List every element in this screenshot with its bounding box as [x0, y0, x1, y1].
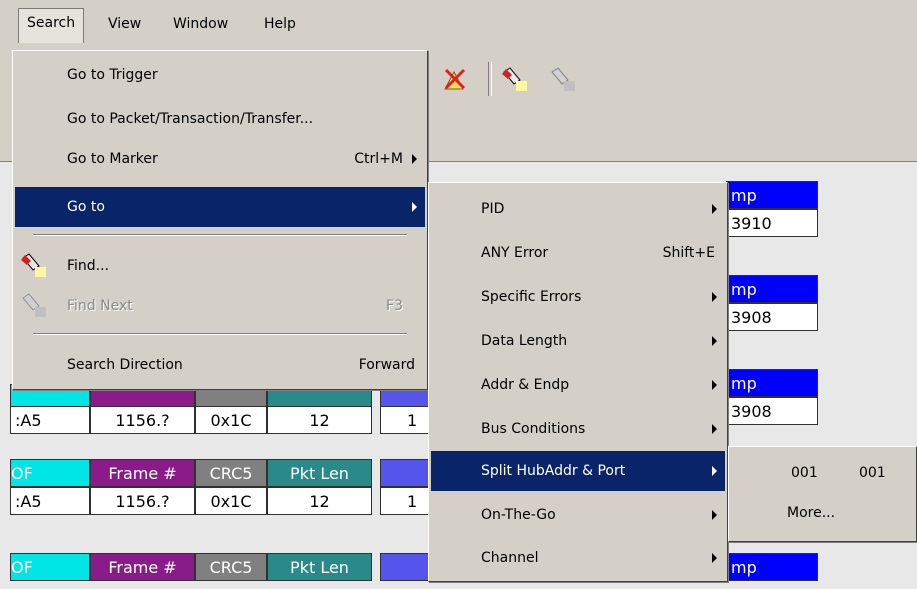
flashlight-icon [21, 253, 46, 277]
sof-cell: :A5 [10, 487, 90, 515]
frame-header: Frame # [90, 553, 195, 581]
submenu-arrow-icon [712, 292, 717, 302]
submenu-arrow-icon [712, 424, 717, 434]
submenu-arrow-icon [712, 510, 717, 520]
frame-header: Frame # [90, 459, 195, 487]
crc-cell: 0x1C [195, 487, 267, 515]
menu-window[interactable]: Window [165, 10, 236, 38]
blue-header [380, 553, 430, 581]
timestamp-header: mp [726, 181, 818, 209]
frame-cell: 1156.? [90, 487, 195, 515]
menu-search[interactable]: Search [18, 8, 85, 43]
submenu-arrow-icon [412, 202, 417, 212]
menu-separator [33, 234, 407, 236]
toolbar-separator [488, 62, 492, 96]
menu-bar: Search View Window Help [0, 0, 917, 45]
menu-item-find-next[interactable]: Find Next F3 [15, 286, 425, 326]
menu-item-bus-conditions[interactable]: Bus Conditions [431, 409, 725, 449]
timestamp-header: mp [726, 369, 818, 397]
find-icon[interactable] [500, 64, 530, 94]
pktlen-cell: 12 [267, 406, 372, 434]
split-hubaddr-submenu: 001 001 More... [728, 446, 917, 542]
menu-item-find[interactable]: Find... [15, 246, 425, 286]
menu-item-go-to[interactable]: Go to [15, 187, 425, 227]
menu-item-pid[interactable]: PID [431, 189, 725, 229]
menu-item-on-the-go[interactable]: On-The-Go [431, 495, 725, 535]
menu-item-addr-endp[interactable]: Addr & Endp [431, 365, 725, 405]
search-menu: Go to Trigger Go to Packet/Transaction/T… [12, 50, 428, 390]
timestamp-cell: 3910 [726, 209, 818, 237]
crc-header: CRC5 [195, 553, 267, 581]
submenu-arrow-icon [712, 553, 717, 563]
extra-cell: 1 [380, 487, 430, 515]
crc-cell: 0x1C [195, 406, 267, 434]
frame-cell: 1156.? [90, 406, 195, 434]
submenu-arrow-icon [712, 466, 717, 476]
sof-cell: :A5 [10, 406, 90, 434]
crc-header: CRC5 [195, 459, 267, 487]
menu-item-split-hubaddr-port[interactable]: Split HubAddr & Port [431, 451, 725, 491]
menu-item-go-to-trigger[interactable]: Go to Trigger [15, 55, 425, 95]
menu-separator [33, 333, 407, 335]
flashlight-next-icon [22, 293, 46, 317]
timestamp-cell: 3908 [726, 397, 818, 425]
submenu-arrow-icon [412, 154, 417, 164]
menu-item-search-direction[interactable]: Search Direction Forward [15, 345, 425, 385]
menu-item-split-001-001[interactable]: 001 001 [731, 453, 914, 493]
menu-item-channel[interactable]: Channel [431, 538, 725, 578]
find-next-icon[interactable] [548, 64, 578, 94]
menu-item-go-to-packet[interactable]: Go to Packet/Transaction/Transfer... [15, 99, 425, 139]
menu-item-specific-errors[interactable]: Specific Errors [431, 277, 725, 317]
submenu-arrow-icon [712, 380, 717, 390]
pktlen-header: Pkt Len [267, 459, 372, 487]
menu-item-go-to-marker[interactable]: Go to Marker Ctrl+M [15, 139, 425, 179]
timestamp-header: mp [726, 553, 818, 581]
menu-help[interactable]: Help [256, 10, 304, 38]
submenu-arrow-icon [712, 204, 717, 214]
sof-header: OF [10, 459, 90, 487]
extra-cell: 1 [380, 406, 430, 434]
menu-item-data-length[interactable]: Data Length [431, 321, 725, 361]
blue-header [380, 459, 430, 487]
pktlen-cell: 12 [267, 487, 372, 515]
timestamp-cell: 3908 [726, 303, 818, 331]
menu-item-any-error[interactable]: ANY Error Shift+E [431, 233, 725, 273]
pktlen-header: Pkt Len [267, 553, 372, 581]
menu-item-split-more[interactable]: More... [731, 493, 914, 533]
goto-submenu: PID ANY Error Shift+E Specific Errors Dat… [428, 182, 728, 582]
clear-marker-icon[interactable] [440, 64, 470, 94]
submenu-arrow-icon [712, 336, 717, 346]
menu-view[interactable]: View [100, 10, 149, 38]
sof-header: OF [10, 553, 90, 581]
timestamp-header: mp [726, 275, 818, 303]
